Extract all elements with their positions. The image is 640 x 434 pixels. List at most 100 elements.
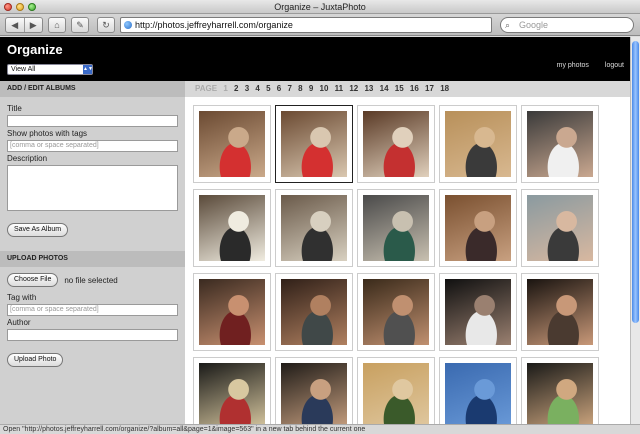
photo-thumbnail[interactable] <box>357 273 435 351</box>
page-link[interactable]: 18 <box>440 84 449 93</box>
photo-image <box>363 279 429 345</box>
my-photos-link[interactable]: my photos <box>557 62 589 69</box>
page-link[interactable]: 7 <box>287 84 291 93</box>
page-link[interactable]: 14 <box>380 84 389 93</box>
photo-image <box>281 363 347 424</box>
photo-thumbnail[interactable] <box>439 189 517 267</box>
photo-image <box>445 363 511 424</box>
photo-thumbnail[interactable] <box>275 189 353 267</box>
page-link[interactable]: 15 <box>395 84 404 93</box>
description-label: Description <box>7 154 48 163</box>
photo-thumbnail[interactable] <box>357 105 435 183</box>
photo-thumbnail[interactable] <box>521 357 599 424</box>
browser-toolbar: ◀ ▶ ⌂ ✎ ↻ http://photos.jeffreyharrell.c… <box>0 14 640 36</box>
photo-thumbnail[interactable] <box>193 357 271 424</box>
photo-thumbnail[interactable] <box>439 105 517 183</box>
page-link[interactable]: 17 <box>425 84 434 93</box>
page-link[interactable]: 12 <box>349 84 358 93</box>
address-text: http://photos.jeffreyharrell.com/organiz… <box>135 20 293 30</box>
tag-with-label: Tag with <box>7 293 37 302</box>
title-input[interactable] <box>7 115 178 127</box>
scrollbar-thumb[interactable] <box>632 41 639 323</box>
page-link[interactable]: 3 <box>245 84 249 93</box>
page-link[interactable]: 11 <box>335 84 343 93</box>
photo-thumbnail[interactable] <box>521 189 599 267</box>
photo-image <box>363 195 429 261</box>
page-scrollbar[interactable] <box>630 37 640 424</box>
site-header: Organize View All ▲▼ my photos logout <box>0 37 630 81</box>
photo-thumbnail[interactable] <box>439 357 517 424</box>
upload-tags-input[interactable]: [comma or space separated] <box>7 304 178 316</box>
photo-thumbnail[interactable] <box>275 357 353 424</box>
page-link[interactable]: 8 <box>298 84 302 93</box>
photo-thumbnail[interactable] <box>357 357 435 424</box>
pager: PAGE 1 2 3 4 5 6 7 8 9 10 11 12 13 14 15… <box>185 81 630 97</box>
tags-input[interactable]: [comma or space separated] <box>7 140 178 152</box>
zoom-window-icon[interactable] <box>28 3 36 11</box>
author-input[interactable] <box>7 329 178 341</box>
page-link[interactable]: 2 <box>234 84 238 93</box>
photo-image <box>527 195 593 261</box>
page-link[interactable]: 9 <box>309 84 313 93</box>
photo-area: PAGE 1 2 3 4 5 6 7 8 9 10 11 12 13 14 15… <box>185 81 630 424</box>
page-title: Organize <box>7 42 63 57</box>
description-textarea[interactable] <box>7 165 178 211</box>
search-icon: ⌕ <box>505 20 511 30</box>
site-globe-icon <box>124 21 132 29</box>
photo-image <box>527 279 593 345</box>
view-select[interactable]: View All ▲▼ <box>7 64 93 75</box>
page-label: PAGE <box>195 84 218 93</box>
title-label: Title <box>7 104 22 113</box>
view-select-value: View All <box>11 66 36 73</box>
no-file-label: no file selected <box>64 275 118 285</box>
minimize-window-icon[interactable] <box>16 3 24 11</box>
photo-image <box>281 111 347 177</box>
page-link[interactable]: 5 <box>266 84 270 93</box>
photo-image <box>363 363 429 424</box>
page-link[interactable]: 13 <box>364 84 373 93</box>
back-forward-group: ◀ ▶ <box>5 17 43 33</box>
page-link[interactable]: 6 <box>277 84 281 93</box>
close-window-icon[interactable] <box>4 3 12 11</box>
bookmark-edit-icon[interactable]: ✎ <box>71 17 89 33</box>
photo-thumbnail[interactable] <box>521 273 599 351</box>
page-link[interactable]: 4 <box>255 84 259 93</box>
photo-thumbnail[interactable] <box>521 105 599 183</box>
logout-link[interactable]: logout <box>605 62 624 69</box>
photo-thumbnail[interactable] <box>193 105 271 183</box>
user-links: my photos logout <box>557 62 624 69</box>
photo-image <box>281 279 347 345</box>
upload-section-header: UPLOAD PHOTOS <box>0 251 185 267</box>
photo-image <box>445 111 511 177</box>
address-bar[interactable]: http://photos.jeffreyharrell.com/organiz… <box>120 17 492 33</box>
photo-image <box>363 111 429 177</box>
photo-image <box>527 111 593 177</box>
albums-section-header: ADD / EDIT ALBUMS <box>0 81 185 97</box>
page-link[interactable]: 16 <box>410 84 419 93</box>
home-icon[interactable]: ⌂ <box>48 17 66 33</box>
photo-thumbnail[interactable] <box>439 273 517 351</box>
photo-thumbnail[interactable] <box>193 189 271 267</box>
choose-file-button[interactable]: Choose File <box>7 273 59 287</box>
window-titlebar: Organize – JuxtaPhoto <box>0 0 640 14</box>
photo-image <box>199 111 265 177</box>
back-icon[interactable]: ◀ <box>6 18 25 32</box>
photo-image <box>527 363 593 424</box>
sidebar: ADD / EDIT ALBUMS Title Show photos with… <box>0 81 185 424</box>
search-input[interactable]: ⌕ Google <box>500 17 634 33</box>
photo-thumbnail[interactable] <box>193 273 271 351</box>
photo-image <box>199 363 265 424</box>
save-album-button[interactable]: Save As Album <box>7 223 69 237</box>
page-link[interactable]: 10 <box>320 84 329 93</box>
photo-thumbnail[interactable] <box>357 189 435 267</box>
photo-thumbnail[interactable] <box>275 105 353 183</box>
page-current: 1 <box>223 84 228 93</box>
photo-thumbnail[interactable] <box>275 273 353 351</box>
photo-image <box>199 195 265 261</box>
upload-photo-button[interactable]: Upload Photo <box>7 353 64 367</box>
forward-icon[interactable]: ▶ <box>25 18 43 32</box>
author-label: Author <box>7 318 31 327</box>
reload-icon[interactable]: ↻ <box>97 17 115 33</box>
photo-image <box>445 195 511 261</box>
photo-image <box>199 279 265 345</box>
